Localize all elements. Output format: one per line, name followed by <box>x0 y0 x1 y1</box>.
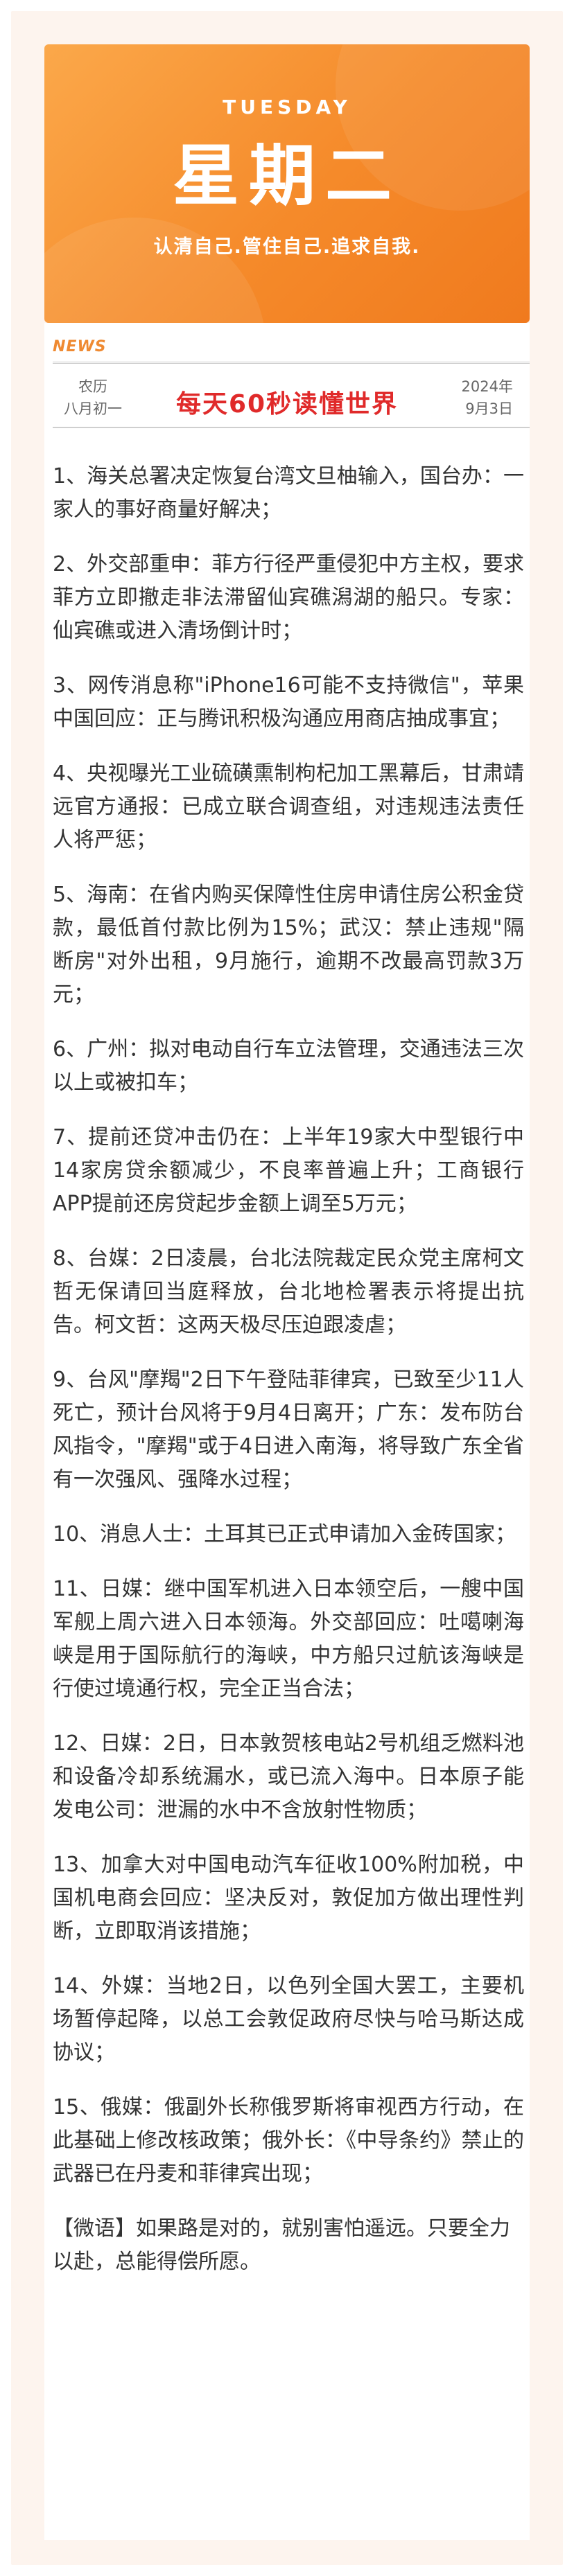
news-item-3: 3、网传消息称"iPhone16可能不支持微信"，苹果中国回应：正与腾讯积极沟通… <box>53 673 524 731</box>
news-item-4: 4、央视曝光工业硫磺熏制枸杞加工黑幕后，甘肃靖远官方通报：已成立联合调查组，对违… <box>53 761 524 852</box>
header-divider-top <box>53 362 530 364</box>
news-item-13: 13、加拿大对中国电动汽车征收100%附加税，中国机电商会回应：坚决反对，敦促加… <box>53 1853 524 1943</box>
news-item-15: 15、俄媒：俄副外长称俄罗斯将审视西方行动，在此基础上修改核政策；俄外长：《中导… <box>53 2095 524 2186</box>
weekday-english: TUESDAY <box>223 96 351 118</box>
news-item-12: 12、日媒：2日，日本敦贺核电站2号机组乏燃料池和设备冷却系统漏水，或已流入海中… <box>53 1731 524 1822</box>
news-item-5: 5、海南：在省内购买保障性住房申请住房公积金贷款，最低首付款比例为15%；武汉：… <box>53 883 524 1007</box>
date-day: 9月3日 <box>465 400 513 417</box>
banner-slogan: 认清自己.管住自己.追求自我. <box>153 236 421 258</box>
news-item-9: 9、台风"摩羯"2日下午登陆菲律宾，已致至少11人死亡，预计台风将于9月4日离开… <box>53 1368 524 1492</box>
date-year: 2024年 <box>461 378 513 395</box>
daily-title: 每天60秒读懂世界 <box>175 390 399 418</box>
news-item-2: 2、外交部重申：菲方行径严重侵犯中方主权，要求菲方立即撤走非法滞留仙宾礁潟湖的船… <box>53 552 524 643</box>
news-item-14: 14、外媒：当地2日，以色列全国大罢工，主要机场暂停起降，以总工会敦促政府尽快与… <box>53 1974 524 2065</box>
news-item-1: 1、海关总署决定恢复台湾文旦柚输入，国台办：一家人的事好商量好解决； <box>53 464 524 522</box>
news-item-8: 8、台媒：2日凌晨，台北法院裁定民众党主席柯文哲无保请回当庭释放，台北地检署表示… <box>53 1246 524 1337</box>
news-tag: NEWS <box>53 338 107 355</box>
daily-quote: 【微语】如果路是对的，就别害怕遥远。只要全力以赴，总能得偿所愿。 <box>53 2216 510 2274</box>
news-item-6: 6、广州：拟对电动自行车立法管理，交通违法三次以上或被扣车； <box>53 1037 524 1095</box>
news-item-11: 11、日媒：继中国军机进入日本领空后，一艘中国军舰上周六进入日本领海。外交部回应… <box>53 1577 524 1701</box>
date-block: 2024年 9月3日 <box>462 376 513 420</box>
news-item-10: 10、消息人士：土耳其已正式申请加入金砖国家； <box>53 1522 516 1546</box>
news-item-7: 7、提前还贷冲击仍在：上半年19家大中型银行中14家房贷余额减少，不良率普遍上升… <box>53 1125 524 1216</box>
news-list: 1、海关总署决定恢复台湾文旦柚输入，国台办：一家人的事好商量好解决； 2、外交部… <box>53 460 524 2300</box>
news-card: NEWS 农历 八月初一 每天60秒读懂世界 2024年 9月3日 1、海关总署… <box>44 323 530 2540</box>
weekday-chinese: 星期二 <box>173 137 401 215</box>
weekday-banner: TUESDAY 星期二 认清自己.管住自己.追求自我. <box>44 44 530 323</box>
header-divider-bottom <box>53 427 530 428</box>
